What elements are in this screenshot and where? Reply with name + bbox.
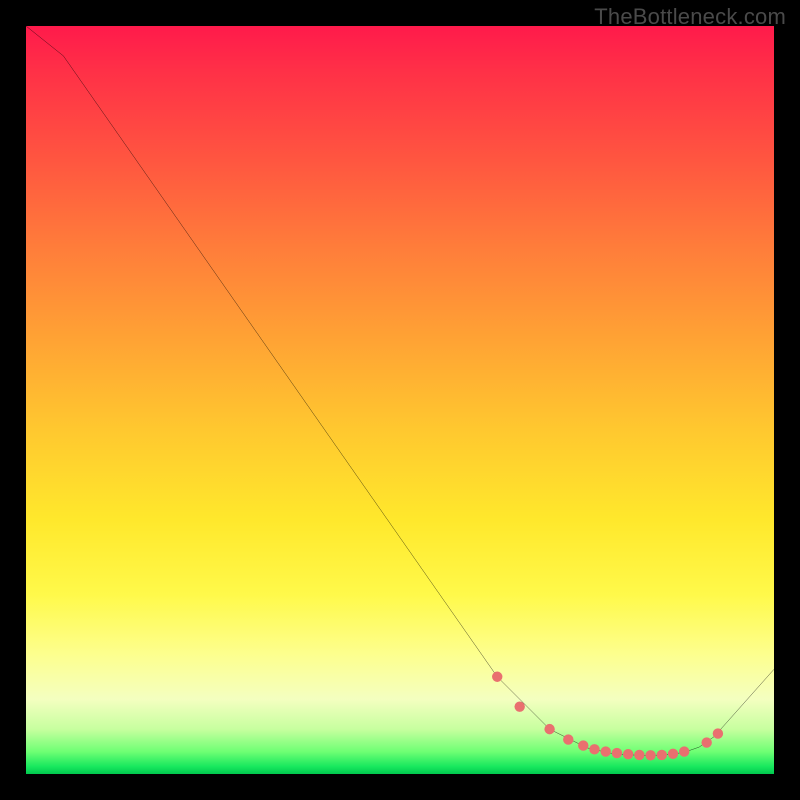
marker-dot bbox=[679, 746, 689, 756]
marker-dot bbox=[657, 750, 667, 760]
watermark-text: TheBottleneck.com bbox=[594, 4, 786, 30]
marker-dot bbox=[668, 749, 678, 759]
marker-dot bbox=[589, 744, 599, 754]
marker-dot bbox=[645, 750, 655, 760]
marker-dot bbox=[563, 734, 573, 744]
chart-svg bbox=[26, 26, 774, 774]
plot-area bbox=[26, 26, 774, 774]
marker-dot bbox=[578, 740, 588, 750]
marker-group bbox=[492, 672, 723, 761]
marker-dot bbox=[634, 750, 644, 760]
marker-dot bbox=[544, 724, 554, 734]
marker-dot bbox=[623, 749, 633, 759]
chart-frame: TheBottleneck.com bbox=[0, 0, 800, 800]
marker-dot bbox=[514, 701, 524, 711]
marker-dot bbox=[713, 728, 723, 738]
marker-dot bbox=[492, 672, 502, 682]
curve-path bbox=[26, 26, 774, 755]
marker-dot bbox=[612, 748, 622, 758]
marker-dot bbox=[701, 737, 711, 747]
marker-dot bbox=[601, 746, 611, 756]
